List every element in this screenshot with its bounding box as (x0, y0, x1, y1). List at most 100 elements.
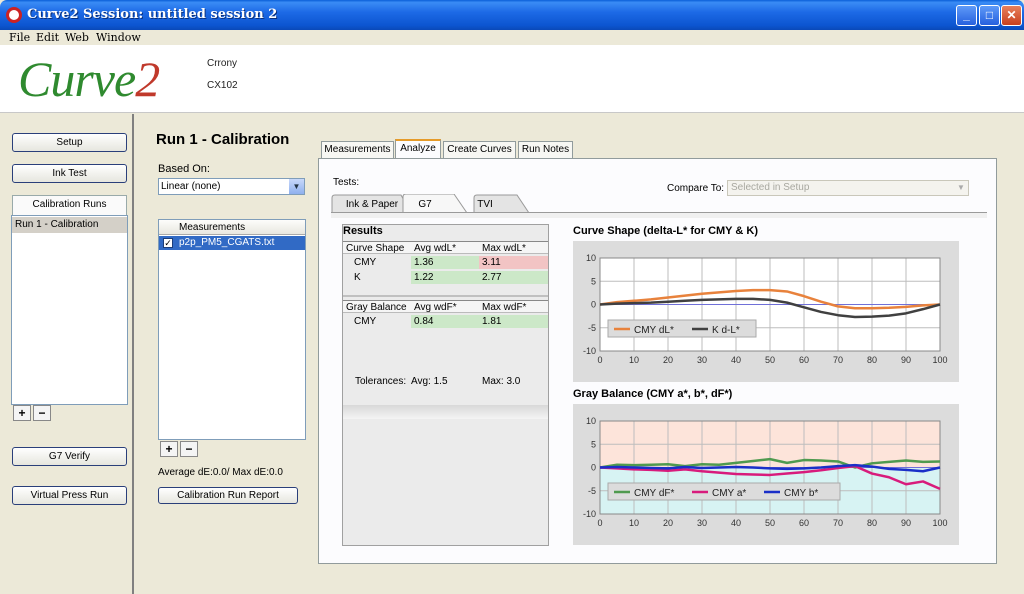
y-tick-label: 0 (591, 463, 596, 473)
x-tick-label: 90 (901, 518, 911, 528)
y-tick-label: -10 (583, 346, 596, 356)
y-tick-label: 5 (591, 439, 596, 449)
maximize-button[interactable]: □ (979, 5, 1000, 26)
y-tick-label: -5 (588, 486, 596, 496)
cmy-max-wdl: 3.11 (479, 256, 548, 269)
menu-bar (0, 30, 1024, 45)
y-tick-label: 10 (586, 416, 596, 426)
compare-to-select[interactable]: Selected in Setup ▼ (727, 180, 969, 196)
remove-run-button[interactable]: − (33, 405, 51, 421)
add-run-button[interactable]: + (13, 405, 31, 421)
cmy-max-wdf: 1.81 (479, 315, 548, 328)
page-title: Run 1 - Calibration (156, 131, 290, 148)
x-tick-label: 30 (697, 355, 707, 365)
chevron-down-icon[interactable]: ▼ (289, 179, 304, 194)
based-on-label: Based On: (158, 163, 210, 175)
menu-window[interactable]: Window (96, 31, 141, 44)
curve-shape-chart: 1050-5-100 10 20 30 40 50 60 70 80 90 100CMY dL* K … (583, 253, 948, 365)
subtab-tvi[interactable]: TVI (471, 196, 499, 213)
menu-edit[interactable]: Edit (36, 31, 59, 44)
curve-shape-chart-title: Curve Shape (delta-L* for CMY & K) (573, 225, 758, 237)
x-tick-label: 40 (731, 355, 741, 365)
x-tick-label: 20 (663, 355, 673, 365)
x-tick-label: 80 (867, 518, 877, 528)
list-item-run-1[interactable]: Run 1 - Calibration (12, 217, 127, 233)
measurement-checkbox[interactable]: ✓ (163, 238, 173, 248)
row-label-cmy: CMY (354, 257, 377, 268)
measurements-list[interactable] (158, 219, 306, 440)
x-tick-label: 50 (765, 355, 775, 365)
tab-analyze[interactable]: Analyze (395, 139, 441, 159)
cmy-avg-wdl: 1.36 (411, 256, 479, 269)
subtab-g7[interactable]: G7 (407, 196, 443, 213)
x-tick-label: 100 (932, 518, 947, 528)
subtab-ink-paper[interactable]: Ink & Paper (341, 196, 403, 213)
y-tick-label: -10 (583, 509, 596, 519)
based-on-value: Linear (none) (161, 181, 221, 192)
add-measurement-button[interactable]: + (160, 441, 178, 457)
chevron-down-icon[interactable]: ▼ (954, 181, 968, 195)
compare-to-label: Compare To: (667, 183, 725, 194)
x-tick-label: 60 (799, 355, 809, 365)
legend-label: CMY b* (784, 488, 818, 499)
curve-shape-header: Curve Shape (343, 241, 411, 254)
row-label-cmy-gray: CMY (354, 316, 377, 327)
x-tick-label: 20 (663, 518, 673, 528)
k-max-wdl: 2.77 (479, 271, 548, 284)
tolerances-avg: Avg: 1.5 (411, 376, 448, 387)
measurements-header: Measurements (159, 220, 305, 235)
x-tick-label: 70 (833, 518, 843, 528)
minimize-button[interactable]: _ (956, 5, 977, 26)
virtual-press-run-button[interactable]: Virtual Press Run (12, 486, 127, 505)
menu-web[interactable]: Web (65, 31, 89, 44)
results-title: Results (343, 225, 383, 237)
tab-run-notes[interactable]: Run Notes (518, 141, 573, 158)
x-tick-label: 70 (833, 355, 843, 365)
average-de-readout: Average dE:0.0/ Max dE:0.0 (158, 467, 283, 478)
x-tick-label: 30 (697, 518, 707, 528)
remove-measurement-button[interactable]: − (180, 441, 198, 457)
app-icon (6, 7, 22, 23)
x-tick-label: 0 (597, 518, 602, 528)
avg-wdf-header: Avg wdF* (411, 300, 479, 313)
x-tick-label: 90 (901, 355, 911, 365)
tab-create-curves[interactable]: Create Curves (443, 141, 516, 158)
compare-to-value: Selected in Setup (731, 182, 810, 193)
measurement-file-label: p2p_PM5_CGATS.txt (179, 237, 275, 248)
tests-label: Tests: (333, 177, 360, 188)
k-avg-wdl: 1.22 (411, 271, 479, 284)
list-item-measurement[interactable]: p2p_PM5_CGATS.txt (159, 236, 305, 250)
avg-wdl-header: Avg wdL* (411, 241, 479, 254)
g7-verify-button[interactable]: G7 Verify (12, 447, 127, 466)
curve2-logo: Curve2 (18, 51, 160, 107)
calibration-runs-tab[interactable]: Calibration Runs (12, 195, 127, 215)
legend-label: K d-L* (712, 325, 740, 336)
x-tick-label: 10 (629, 518, 639, 528)
gray-balance-chart: 1050-5-100 10 20 30 40 50 60 70 80 90 100CMY dF* CM… (583, 416, 948, 528)
results-divider (343, 295, 548, 297)
legend-label: CMY dL* (634, 325, 674, 336)
y-tick-label: 0 (591, 300, 596, 310)
menu-file[interactable]: File (9, 31, 30, 44)
y-tick-label: -5 (588, 323, 596, 333)
x-tick-label: 60 (799, 518, 809, 528)
gray-balance-chart-title: Gray Balance (CMY a*, b*, dF*) (573, 388, 733, 400)
subtab-strip (331, 212, 987, 218)
tab-measurements[interactable]: Measurements (321, 141, 394, 158)
setup-button[interactable]: Setup (12, 133, 127, 152)
results-gradient-band (343, 405, 548, 419)
gray-balance-header: Gray Balance (343, 300, 411, 313)
x-tick-label: 10 (629, 355, 639, 365)
x-tick-label: 40 (731, 518, 741, 528)
header-line-2: CX102 (207, 80, 238, 91)
header-line-1: Crrony (207, 58, 238, 69)
calibration-run-report-button[interactable]: Calibration Run Report (158, 487, 298, 504)
close-button[interactable]: ✕ (1001, 5, 1022, 26)
based-on-select[interactable]: Linear (none) ▼ (158, 178, 305, 195)
max-wdl-header: Max wdL* (479, 241, 548, 254)
measurements-header-label: Measurements (179, 222, 246, 233)
row-label-k: K (354, 272, 361, 283)
x-tick-label: 100 (932, 355, 947, 365)
ink-test-button[interactable]: Ink Test (12, 164, 127, 183)
calibration-runs-list[interactable] (11, 215, 128, 405)
